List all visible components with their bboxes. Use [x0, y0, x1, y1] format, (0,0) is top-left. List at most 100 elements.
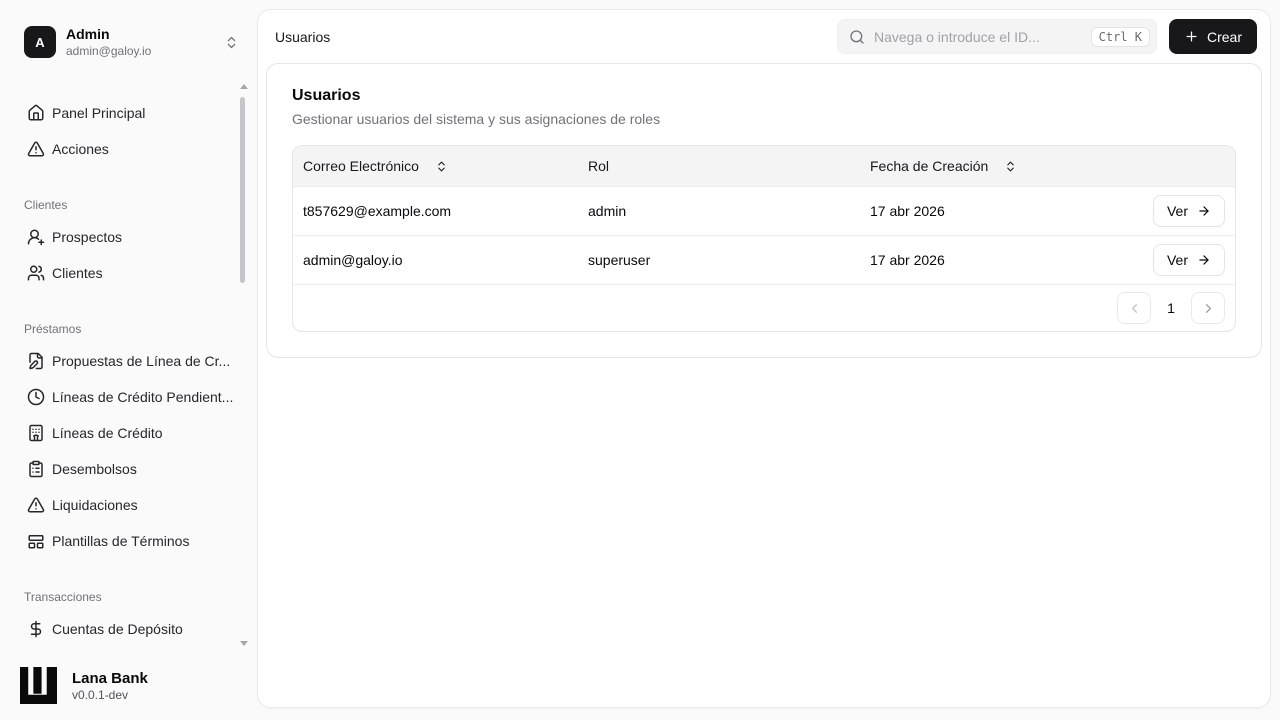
- cell-created: 17 abr 2026: [870, 203, 945, 219]
- sidebar-item-label: Desembolsos: [52, 460, 137, 477]
- nav-group-clientes: Clientes Prospectos Clientes: [0, 195, 257, 291]
- sidebar: A Admin admin@galoy.io Panel Principal A…: [0, 0, 257, 720]
- cell-action: Ver: [1143, 195, 1235, 227]
- layout-panel-icon: [27, 532, 45, 550]
- scrollbar-thumb[interactable]: [240, 97, 245, 283]
- next-page-button[interactable]: [1191, 292, 1225, 324]
- column-header-fecha[interactable]: Fecha de Creación: [860, 158, 1225, 174]
- sidebar-item-panel-principal[interactable]: Panel Principal: [0, 95, 257, 131]
- sidebar-item-liquidaciones[interactable]: Liquidaciones: [0, 487, 257, 523]
- users-card: Usuarios Gestionar usuarios del sistema …: [266, 63, 1262, 358]
- table-header-row: Correo Electrónico Rol Fecha de Creación: [293, 146, 1235, 186]
- column-label: Fecha de Creación: [870, 158, 989, 174]
- arrow-right-icon: [1197, 253, 1211, 267]
- arrow-right-icon: [1197, 204, 1211, 218]
- chevrons-up-down-icon: [224, 35, 239, 50]
- cell-email: admin@galoy.io: [303, 252, 403, 268]
- top-bar-actions: Navega o introduce el ID... Ctrl K Crear: [836, 19, 1257, 54]
- user-meta: Admin admin@galoy.io: [66, 26, 151, 59]
- current-page-number: 1: [1167, 300, 1175, 316]
- clock-icon: [27, 388, 45, 406]
- sidebar-item-label: Panel Principal: [52, 104, 146, 121]
- nav-group-main: Panel Principal Acciones: [0, 95, 257, 167]
- scroll-up-arrow-icon[interactable]: [240, 84, 248, 89]
- view-button-label: Ver: [1166, 252, 1188, 268]
- cell-action: Ver: [1143, 244, 1235, 276]
- clipboard-list-icon: [27, 460, 45, 478]
- breadcrumb: Usuarios: [275, 28, 331, 45]
- column-header-email[interactable]: Correo Electrónico: [293, 158, 578, 174]
- nav-group-prestamos: Préstamos Propuestas de Línea de Cr... L…: [0, 319, 257, 559]
- sidebar-item-clientes[interactable]: Clientes: [0, 255, 257, 291]
- keyboard-shortcut-badge: Ctrl K: [1090, 26, 1150, 47]
- nav-group-label: Préstamos: [24, 321, 82, 336]
- view-button[interactable]: Ver: [1152, 244, 1225, 276]
- cell-email: t857629@example.com: [303, 203, 452, 219]
- view-button-label: Ver: [1166, 203, 1188, 219]
- sidebar-item-acciones[interactable]: Acciones: [0, 131, 257, 167]
- nav-group-label: Clientes: [24, 197, 68, 212]
- alert-triangle-icon: [27, 140, 45, 158]
- column-header-rol[interactable]: Rol: [578, 158, 860, 174]
- bank-icon: [27, 424, 45, 442]
- sidebar-item-prospectos[interactable]: Prospectos: [0, 219, 257, 255]
- sidebar-item-label: Liquidaciones: [52, 496, 138, 513]
- column-label: Rol: [588, 158, 610, 174]
- avatar-initial: A: [35, 34, 45, 50]
- sidebar-item-lineas-credito-pendientes[interactable]: Líneas de Crédito Pendient...: [0, 379, 257, 415]
- user-plus-icon: [27, 228, 45, 246]
- lana-bank-logo: [20, 667, 57, 704]
- table-row[interactable]: admin@galoy.io superuser 17 abr 2026 Ver: [293, 235, 1235, 284]
- nav-group-label: Transacciones: [24, 589, 102, 604]
- page-title: Usuarios: [292, 87, 361, 104]
- chevron-right-icon: [1201, 301, 1216, 316]
- column-label: Correo Electrónico: [303, 158, 419, 174]
- user-email: admin@galoy.io: [66, 43, 152, 58]
- sidebar-item-label: Propuestas de Línea de Cr...: [52, 352, 231, 369]
- nav-group-transacciones: Transacciones Cuentas de Depósito: [0, 587, 257, 647]
- page-subtitle: Gestionar usuarios del sistema y sus asi…: [292, 111, 661, 127]
- sidebar-item-label: Cuentas de Depósito: [52, 620, 183, 637]
- sidebar-scrollbar[interactable]: [240, 84, 248, 646]
- sidebar-nav: Panel Principal Acciones Clientes Prospe…: [0, 95, 257, 647]
- sidebar-item-lineas-credito[interactable]: Líneas de Crédito: [0, 415, 257, 451]
- users-table: Correo Electrónico Rol Fecha de Creación: [292, 145, 1236, 332]
- user-menu[interactable]: A Admin admin@galoy.io: [0, 0, 257, 59]
- sidebar-item-label: Clientes: [52, 264, 103, 281]
- sidebar-footer: Lana Bank v0.0.1-dev: [20, 667, 148, 704]
- sort-icon[interactable]: [435, 160, 448, 173]
- sidebar-item-desembolsos[interactable]: Desembolsos: [0, 451, 257, 487]
- table-row[interactable]: t857629@example.com admin 17 abr 2026 Ve…: [293, 186, 1235, 235]
- home-icon: [27, 104, 45, 122]
- main-panel: Usuarios Navega o introduce el ID... Ctr…: [257, 9, 1271, 708]
- cell-created: 17 abr 2026: [870, 252, 945, 268]
- cell-role: superuser: [588, 252, 651, 268]
- user-name: Admin: [66, 26, 110, 42]
- sort-icon[interactable]: [1004, 160, 1017, 173]
- search-placeholder: Navega o introduce el ID...: [873, 28, 1040, 45]
- sidebar-item-propuestas-linea-credito[interactable]: Propuestas de Línea de Cr...: [0, 343, 257, 379]
- previous-page-button[interactable]: [1117, 292, 1151, 324]
- scroll-down-arrow-icon[interactable]: [240, 641, 248, 646]
- sidebar-item-cuentas-deposito[interactable]: Cuentas de Depósito: [0, 611, 257, 647]
- plus-icon: [1184, 29, 1199, 44]
- sidebar-item-label: Acciones: [52, 140, 109, 157]
- create-button[interactable]: Crear: [1168, 19, 1257, 54]
- dollar-icon: [27, 620, 45, 638]
- sidebar-item-label: Plantillas de Términos: [52, 532, 190, 549]
- brand-name: Lana Bank: [72, 669, 148, 687]
- search-input[interactable]: Navega o introduce el ID... Ctrl K: [836, 19, 1157, 54]
- brand-version: v0.0.1-dev: [72, 687, 129, 702]
- view-button[interactable]: Ver: [1152, 195, 1225, 227]
- file-pen-icon: [27, 352, 45, 370]
- alert-triangle-icon: [27, 496, 45, 514]
- sidebar-item-plantillas-terminos[interactable]: Plantillas de Términos: [0, 523, 257, 559]
- search-icon: [849, 29, 865, 45]
- avatar: A: [24, 26, 56, 59]
- top-bar: Usuarios Navega o introduce el ID... Ctr…: [258, 10, 1270, 63]
- sidebar-item-label: Líneas de Crédito Pendient...: [52, 388, 234, 405]
- create-button-label: Crear: [1206, 28, 1242, 45]
- cell-role: admin: [588, 203, 627, 219]
- sidebar-item-label: Prospectos: [52, 228, 123, 245]
- users-icon: [27, 264, 45, 282]
